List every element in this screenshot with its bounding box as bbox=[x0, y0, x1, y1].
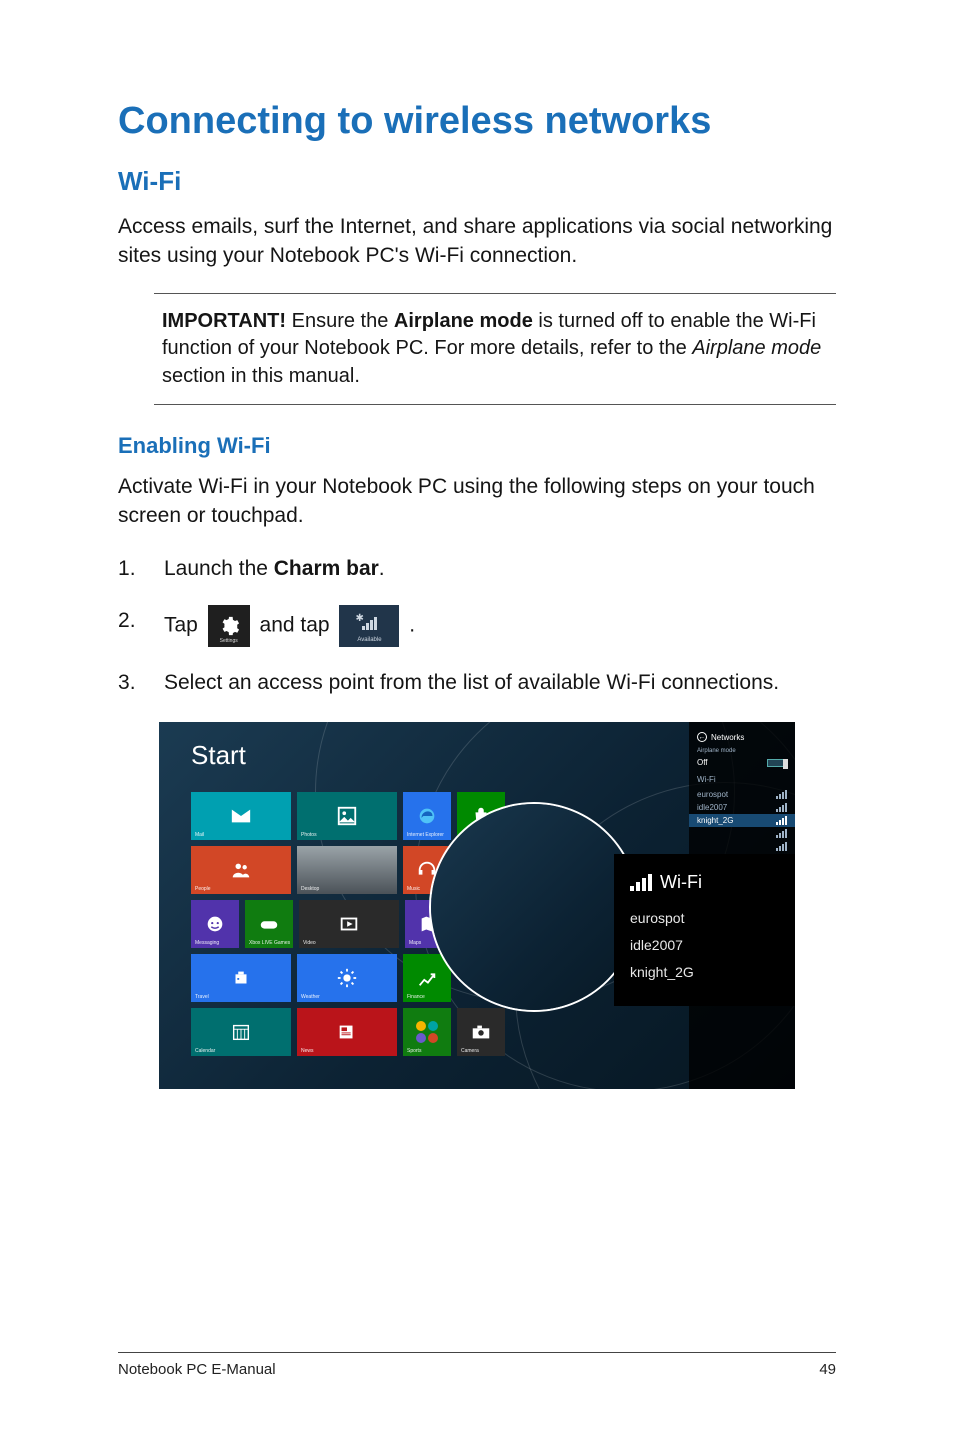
step-2-text-b: and tap bbox=[260, 613, 336, 636]
network-name: knight_2G bbox=[630, 964, 694, 980]
tile-label: Video bbox=[303, 940, 316, 946]
wifi-icon bbox=[630, 874, 652, 891]
tile-mail[interactable]: Mail bbox=[191, 792, 291, 840]
page-number: 49 bbox=[819, 1361, 836, 1378]
tile-label: Desktop bbox=[301, 886, 319, 892]
step-1: Launch the Charm bar. bbox=[118, 553, 836, 585]
callout-network[interactable]: idle2007 bbox=[630, 936, 795, 953]
signal-bars-icon bbox=[362, 617, 377, 630]
network-name: eurospot bbox=[697, 790, 728, 799]
section-wifi-heading: Wi-Fi bbox=[118, 166, 836, 197]
step-2: Tap Settings and tap ✱ Available . bbox=[118, 605, 836, 647]
settings-icon: Settings bbox=[208, 605, 250, 647]
panel-wifi-label: Wi-Fi bbox=[697, 775, 787, 784]
tile-games[interactable]: Xbox LIVE Games bbox=[245, 900, 293, 948]
available-icon: ✱ Available bbox=[339, 605, 399, 647]
network-name: eurospot bbox=[630, 910, 684, 926]
enabling-intro: Activate Wi-Fi in your Notebook PC using… bbox=[118, 473, 836, 531]
tile-label: Mail bbox=[195, 832, 204, 838]
page-footer: Notebook PC E-Manual 49 bbox=[118, 1352, 836, 1378]
tile-travel[interactable]: Travel bbox=[191, 954, 291, 1002]
tile-calendar[interactable]: Calendar bbox=[191, 1008, 291, 1056]
step-1-text-c: . bbox=[379, 557, 385, 580]
asterisk-icon: ✱ bbox=[355, 611, 363, 626]
page-heading: Connecting to wireless networks bbox=[118, 100, 836, 144]
intro-paragraph: Access emails, surf the Internet, and sh… bbox=[118, 213, 836, 271]
enabling-wifi-heading: Enabling Wi-Fi bbox=[118, 433, 836, 459]
important-note-text: IMPORTANT! Ensure the Airplane mode is t… bbox=[162, 308, 828, 391]
callout-title: Wi-Fi bbox=[660, 872, 702, 893]
important-note: IMPORTANT! Ensure the Airplane mode is t… bbox=[154, 293, 836, 406]
note-text-3: section in this manual. bbox=[162, 365, 360, 387]
step-2-text-c: . bbox=[409, 613, 415, 636]
windows-start-screenshot: Start Mail Photos Internet Explorer Stor… bbox=[159, 722, 795, 1089]
network-item[interactable]: eurospot bbox=[697, 788, 787, 801]
network-name: idle2007 bbox=[697, 803, 727, 812]
step-1-text-a: Launch the bbox=[164, 557, 274, 580]
tile-label: People bbox=[195, 886, 211, 892]
tile-label: Calendar bbox=[195, 1048, 215, 1054]
settings-caption: Settings bbox=[208, 638, 250, 646]
start-label: Start bbox=[191, 740, 246, 771]
tile-label: Messaging bbox=[195, 940, 219, 946]
gear-icon bbox=[218, 615, 240, 637]
airplane-mode-bold: Airplane mode bbox=[394, 310, 533, 332]
airplane-state: Off bbox=[697, 758, 708, 767]
networks-title: Networks bbox=[711, 733, 744, 742]
tile-people[interactable]: People bbox=[191, 846, 291, 894]
network-name: idle2007 bbox=[630, 937, 683, 953]
callout-network[interactable]: knight_2G bbox=[630, 963, 795, 980]
wifi-callout: Wi-Fi eurospot idle2007 knight_2G bbox=[614, 854, 795, 1006]
page: Connecting to wireless networks Wi-Fi Ac… bbox=[0, 0, 954, 1438]
footer-title: Notebook PC E-Manual bbox=[118, 1361, 276, 1378]
step-2-text-a: Tap bbox=[164, 613, 204, 636]
magnifier-lens bbox=[429, 802, 639, 1012]
tile-label: Xbox LIVE Games bbox=[249, 940, 290, 946]
zoom-callout: Wi-Fi eurospot idle2007 knight_2G bbox=[359, 812, 795, 1082]
back-icon[interactable]: ← bbox=[697, 732, 707, 742]
tile-label: Weather bbox=[301, 994, 320, 1000]
airplane-toggle[interactable] bbox=[767, 759, 787, 767]
tile-label: News bbox=[301, 1048, 314, 1054]
important-label: IMPORTANT! bbox=[162, 310, 286, 332]
note-text-1: Ensure the bbox=[286, 310, 394, 332]
callout-network[interactable]: eurospot bbox=[630, 909, 795, 926]
available-caption: Available bbox=[339, 636, 399, 645]
tile-messaging[interactable]: Messaging bbox=[191, 900, 239, 948]
tile-label: Photos bbox=[301, 832, 317, 838]
airplane-mode-label: Airplane mode bbox=[697, 748, 787, 754]
airplane-mode-italic: Airplane mode bbox=[692, 337, 821, 359]
step-3: Select an access point from the list of … bbox=[118, 667, 836, 699]
step-1-bold: Charm bar bbox=[274, 557, 379, 580]
steps-list: Launch the Charm bar. Tap Settings and t… bbox=[118, 553, 836, 698]
tile-label: Travel bbox=[195, 994, 209, 1000]
